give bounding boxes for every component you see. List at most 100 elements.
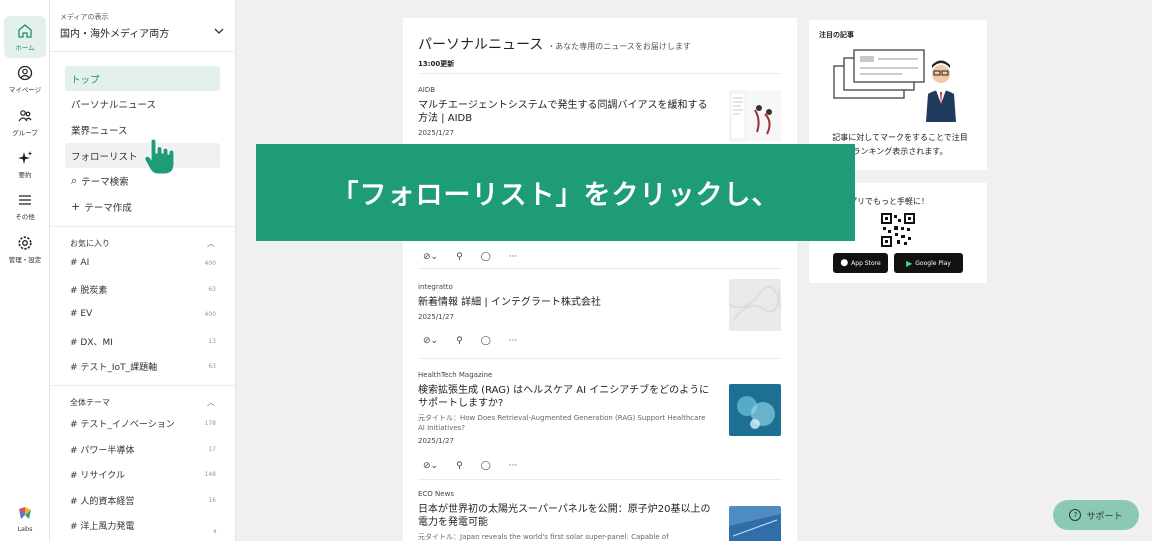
feed-title-text: パーソナルニュース [418, 37, 544, 53]
rail-home[interactable]: ホーム [4, 16, 46, 58]
article-source: integratto [418, 283, 453, 291]
article-original-title: 元タイトル：How Does Retrieval-Augmented Gener… [418, 414, 706, 432]
chevron-down-icon [214, 28, 224, 34]
divider [50, 226, 236, 227]
theme-tag[interactable]: # 洋上風力発電 [70, 519, 216, 532]
more-icon[interactable]: ··· [509, 336, 518, 346]
tag-count: 400 [204, 259, 216, 267]
comment-icon[interactable]: ◯ [481, 461, 491, 471]
icon-rail: ホーム マイページ グループ 要約 その他 管理・設定 Labs [0, 0, 50, 541]
check-icon[interactable]: ⊘⌄ [423, 252, 438, 262]
app-store-button[interactable]: ● App Store [833, 253, 888, 273]
user-icon [17, 65, 33, 80]
qr-code-icon[interactable] [881, 213, 915, 247]
google-play-button[interactable]: ▶ Google Play [894, 253, 963, 273]
tag-name: 洋上風力発電 [80, 522, 135, 532]
favorite-tag[interactable]: # AI 400 [70, 258, 216, 268]
tag-name: EV [80, 309, 93, 319]
tag-name: リサイクル [80, 471, 125, 481]
themes-title: 全体テーマ [70, 398, 110, 407]
article-title[interactable]: 検索拡張生成 (RAG) はヘルスケア AI イニシアチブをどのようにサポートし… [418, 384, 713, 410]
favorite-tag[interactable]: # EV 400 [70, 309, 216, 319]
article-original-title: 元タイトル：Japan reveals the world's first so… [418, 533, 669, 541]
check-icon[interactable]: ⊘⌄ [423, 336, 438, 346]
tag-name: 人的資本経営 [80, 497, 135, 507]
article-thumbnail[interactable] [729, 279, 781, 331]
collapse-sidebar-icon[interactable]: ‹ [213, 526, 217, 537]
theme-tag[interactable]: # パワー半導体 17 [70, 443, 216, 456]
nav-theme-create[interactable]: + テーマ作成 [65, 194, 220, 219]
app-window: ホーム マイページ グループ 要約 その他 管理・設定 Labs メディアの表示… [0, 0, 1152, 541]
article-thumbnail[interactable] [729, 506, 781, 541]
sparkle-icon [18, 150, 33, 164]
tag-count: 13 [208, 338, 216, 345]
play-icon: ▶ [906, 258, 913, 268]
app-text: プリでもっと手軽に！ [849, 197, 929, 206]
share-icon[interactable]: ⚲ [456, 336, 463, 346]
rail-labs[interactable]: Labs [4, 498, 46, 540]
article-title[interactable]: 日本が世界初の太陽光スーパーパネルを公開：原子炉20基以上の電力を発電可能 [418, 503, 713, 529]
article-card[interactable]: HealthTech Magazine 検索拡張生成 (RAG) はヘルスケア … [418, 358, 782, 479]
media-display-select[interactable]: メディアの表示 国内・海外メディア両方 [60, 12, 228, 44]
page-title: パーソナルニュース ・あなた専用のニュースをお届けします [418, 34, 691, 54]
rail-mypage[interactable]: マイページ [4, 58, 46, 100]
news-feed: パーソナルニュース ・あなた専用のニュースをお届けします 13:00更新 AIDB… [403, 18, 797, 541]
app-store-label: App Store [851, 259, 881, 267]
rail-other[interactable]: その他 [4, 185, 46, 227]
nav-top[interactable]: トップ [65, 66, 220, 91]
more-icon[interactable]: ··· [509, 252, 518, 262]
support-label: サポート [1086, 511, 1123, 522]
article-date: 2025/1/27 [418, 313, 454, 321]
google-play-label: Google Play [915, 259, 951, 267]
rail-labs-label: Labs [17, 524, 33, 533]
theme-tag[interactable]: # テスト_イノベーション 178 [70, 417, 216, 430]
article-title[interactable]: 新着情報 詳細 | インテグラート株式会社 [418, 296, 713, 309]
divider [50, 385, 236, 386]
comment-icon[interactable]: ◯ [481, 336, 491, 346]
tag-name: パワー半導体 [80, 446, 135, 456]
featured-illustration [833, 49, 956, 122]
chevron-up-icon: ︿ [207, 239, 215, 248]
support-button[interactable]: ? サポート [1053, 500, 1139, 530]
rail-settings[interactable]: 管理・設定 [4, 228, 46, 270]
favorite-tag[interactable]: # 脱炭素 63 [70, 283, 216, 296]
rail-summary-label: 要約 [18, 170, 32, 179]
article-card[interactable]: integratto 新着情報 詳細 | インテグラート株式会社 2025/1/… [418, 268, 782, 358]
nav-personal-news[interactable]: パーソナルニュース [65, 91, 220, 116]
article-date: 2025/1/27 [418, 129, 454, 137]
plus-icon: + [71, 200, 81, 213]
themes-header[interactable]: 全体テーマ ︿ [70, 397, 215, 408]
question-icon: ? [1069, 509, 1082, 521]
rail-group-label: グループ [12, 128, 38, 137]
article-title[interactable]: マルチエージェントシステムで発生する同調バイアスを緩和する方法 | AIDB [418, 99, 713, 125]
rail-settings-label: 管理・設定 [8, 255, 42, 264]
article-date: 2025/1/27 [418, 437, 454, 445]
tag-count: 63 [208, 286, 216, 293]
article-thumbnail[interactable] [729, 384, 781, 436]
tag-name: DX、MI [80, 338, 113, 348]
tag-name: テスト_IoT_課題軸 [80, 363, 158, 373]
more-icon[interactable]: ··· [509, 461, 518, 471]
labs-logo-icon [19, 506, 31, 519]
rail-group[interactable]: グループ [4, 101, 46, 143]
theme-tag[interactable]: # リサイクル 148 [70, 468, 216, 481]
gear-icon [18, 235, 32, 250]
check-icon[interactable]: ⊘⌄ [423, 461, 438, 471]
favorite-tag[interactable]: # DX、MI 13 [70, 335, 216, 348]
favorites-header[interactable]: お気に入り ︿ [70, 238, 215, 249]
featured-title: 注目の記事 [819, 31, 854, 39]
article-source: HealthTech Magazine [418, 371, 493, 379]
rail-summary[interactable]: 要約 [4, 143, 46, 185]
nav-top-label: トップ [71, 74, 100, 86]
article-card[interactable]: ECO News 日本が世界初の太陽光スーパーパネルを公開：原子炉20基以上の電… [418, 479, 782, 541]
article-source: ECO News [418, 490, 454, 498]
favorite-tag[interactable]: # テスト_IoT_課題軸 63 [70, 360, 216, 373]
share-icon[interactable]: ⚲ [456, 461, 463, 471]
nav-theme-search-label: テーマ検索 [81, 176, 129, 188]
comment-icon[interactable]: ◯ [481, 252, 491, 262]
theme-tag[interactable]: # 人的資本経営 16 [70, 494, 216, 507]
feed-subtitle: ・あなた専用のニュースをお届けします [547, 42, 691, 51]
article-thumbnail[interactable] [729, 90, 781, 142]
share-icon[interactable]: ⚲ [456, 252, 463, 262]
tag-name: 脱炭素 [80, 286, 108, 296]
